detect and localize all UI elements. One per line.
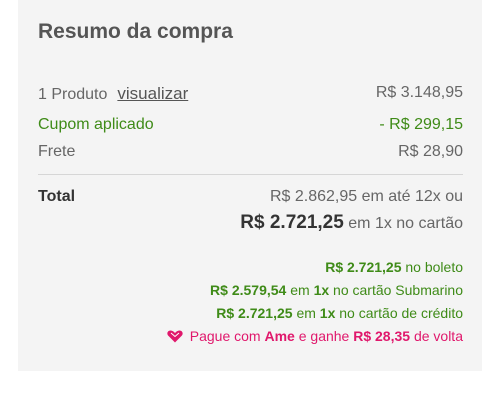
shipping-value: R$ 28,90	[398, 143, 463, 160]
credit-em: em	[296, 305, 316, 321]
summary-title: Resumo da compra	[38, 20, 233, 43]
ame-brand: Ame	[264, 328, 295, 344]
total-label: Total	[38, 188, 76, 205]
boleto-text: no boleto	[405, 259, 463, 275]
installment-text: R$ 2.862,95 em até 12x ou	[269, 188, 463, 205]
coupon-label: Cupom aplicado	[38, 116, 154, 133]
products-value: R$ 3.148,95	[375, 84, 463, 101]
submarino-value: R$ 2.579,54	[210, 282, 287, 298]
ame-pre: Pague com	[189, 328, 261, 344]
total-suffix: em 1x no cartão	[348, 215, 463, 232]
submarino-card-option: R$ 2.579,54 em 1x no cartão Submarino	[210, 282, 463, 298]
shipping-label: Frete	[38, 143, 76, 160]
total-value: R$ 2.721,25	[240, 212, 344, 233]
ame-mid: e ganhe	[298, 328, 350, 344]
boleto-option: R$ 2.721,25 no boleto	[325, 259, 463, 275]
boleto-value: R$ 2.721,25	[325, 259, 402, 275]
submarino-em: em	[290, 282, 310, 298]
products-line: 1 Produto visualizar	[38, 84, 188, 104]
credit-text: no cartão de crédito	[339, 305, 463, 321]
submarino-text: no cartão Submarino	[333, 282, 463, 298]
ame-cashback-option: Pague com Ame e ganhe R$ 28,35 de volta	[167, 328, 463, 346]
total-value-line: R$ 2.721,25 em 1x no cartão	[240, 212, 463, 234]
coupon-value: - R$ 299,15	[379, 116, 463, 133]
purchase-summary-card: Resumo da compra 1 Produto visualizar R$ …	[18, 0, 482, 371]
credit-value: R$ 2.721,25	[216, 305, 293, 321]
products-label: 1 Produto	[38, 86, 108, 103]
ame-post: de volta	[413, 328, 463, 344]
view-products-link[interactable]: visualizar	[117, 84, 188, 103]
credit-installments: 1x	[319, 305, 336, 321]
submarino-installments: 1x	[313, 282, 330, 298]
ame-value: R$ 28,35	[353, 328, 411, 344]
summary-divider	[38, 174, 463, 175]
ame-heart-icon	[167, 330, 183, 346]
credit-card-option: R$ 2.721,25 em 1x no cartão de crédito	[216, 305, 463, 321]
